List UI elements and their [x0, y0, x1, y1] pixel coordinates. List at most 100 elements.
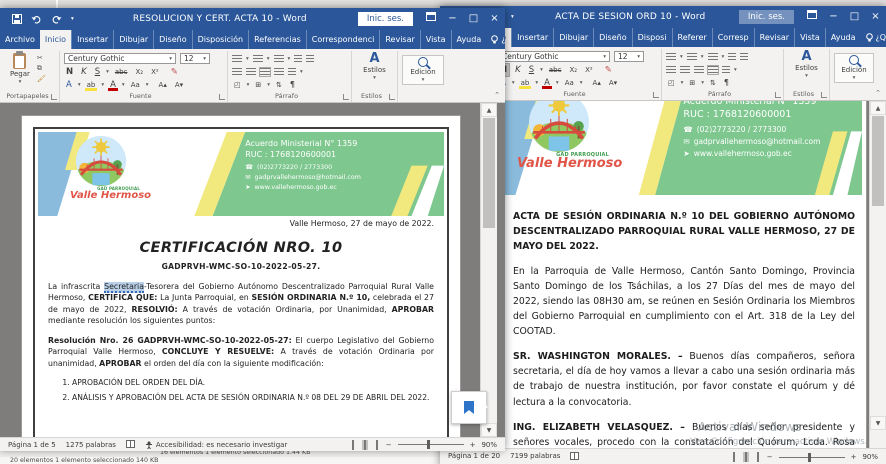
tell-me-search[interactable]: ¿Qué des [486, 30, 505, 49]
title-bar[interactable]: ▾ RESOLUCION Y CERT. ACTA 10 - Word Inic… [0, 8, 505, 30]
strikethrough-icon[interactable]: abc [547, 64, 564, 76]
dialog-launcher-icon[interactable] [343, 94, 349, 100]
dialog-launcher-icon[interactable] [219, 94, 225, 100]
tab-disposicion[interactable]: Disposi [632, 28, 672, 47]
font-color-icon[interactable]: A [542, 77, 552, 89]
decrease-indent-icon[interactable] [294, 55, 302, 63]
tab-ayuda[interactable]: Ayuda [451, 30, 487, 49]
justify-icon[interactable] [274, 68, 284, 76]
bookmark-callout[interactable] [451, 391, 487, 424]
save-icon[interactable] [12, 14, 22, 24]
document-area[interactable]: Valle HermosoGAD PARROQUIAL Acuerdo Mini… [440, 101, 886, 448]
font-color-icon[interactable]: A [108, 79, 118, 91]
read-mode-icon[interactable] [731, 452, 737, 462]
zoom-slider-thumb[interactable] [808, 453, 811, 462]
editing-button[interactable]: Edición▾ [402, 55, 444, 85]
pilcrow-icon[interactable]: ¶ [722, 77, 731, 89]
tab-revisar[interactable]: Revisar [379, 30, 419, 49]
zoom-in-icon[interactable]: + [470, 441, 476, 449]
align-center-icon[interactable] [246, 68, 256, 76]
tab-vista[interactable]: Vista [420, 30, 451, 49]
acta-document-page[interactable]: Valle HermosoGAD PARROQUIAL Acuerdo Mini… [495, 101, 866, 448]
paste-button[interactable]: Pegar▾ [6, 52, 34, 86]
numbering-icon[interactable] [687, 53, 697, 61]
customize-qat-icon[interactable]: ▾ [71, 16, 74, 22]
change-case-icon[interactable]: Aa [563, 77, 576, 89]
tab-insertar[interactable]: Insertar [511, 28, 553, 47]
zoom-slider[interactable] [779, 457, 845, 458]
collapse-ribbon-icon[interactable]: ⌃ [875, 89, 881, 97]
tab-dibujar[interactable]: Dibujar [113, 30, 153, 49]
font-size-combo[interactable]: 12▾ [180, 53, 210, 64]
dialog-launcher-icon[interactable] [389, 94, 395, 100]
pilcrow-icon[interactable]: ¶ [288, 79, 297, 91]
subscript-icon[interactable]: X₂ [567, 64, 579, 76]
document-area[interactable]: Valle HermosoGAD PARROQUIAL Acuerdo Mini… [0, 103, 505, 437]
tab-diseno[interactable]: Diseño [593, 28, 631, 47]
cut-icon[interactable]: ✂ [37, 54, 46, 62]
superscript-icon[interactable]: X² [149, 66, 161, 78]
tab-ayuda[interactable]: Ayuda [825, 28, 861, 47]
styles-button[interactable]: AEstilos▾ [356, 52, 393, 82]
tab-disposicion[interactable]: Disposición [192, 30, 249, 49]
numbering-icon[interactable] [253, 55, 263, 63]
print-layout-icon[interactable] [362, 440, 368, 450]
decrease-indent-icon[interactable] [728, 53, 736, 61]
sort-icon[interactable]: ⇅ [708, 77, 718, 89]
sign-in-button[interactable]: Inic. ses. [739, 10, 794, 24]
grow-font-icon[interactable]: A▴ [591, 77, 603, 89]
web-layout-icon[interactable] [755, 452, 761, 462]
align-right-icon[interactable] [260, 68, 270, 76]
zoom-out-icon[interactable]: − [767, 453, 773, 461]
text-effects-icon[interactable]: A [64, 79, 74, 91]
proofing-icon[interactable] [126, 440, 135, 450]
page-indicator[interactable]: Página 1 de 5 [8, 441, 56, 449]
scroll-down-icon[interactable]: ▼ [481, 423, 497, 437]
tab-insertar[interactable]: Insertar [71, 30, 113, 49]
title-bar[interactable]: ▾ ACTA DE SESION ORD 10 - Word Inic. ses… [440, 6, 886, 28]
minimize-button[interactable]: − [442, 8, 463, 30]
increase-indent-icon[interactable] [306, 55, 314, 63]
multilevel-list-icon[interactable] [274, 55, 284, 63]
align-left-icon[interactable] [666, 66, 676, 74]
italic-icon[interactable]: K [513, 64, 523, 76]
grow-font-icon[interactable]: A▴ [157, 79, 169, 91]
bullets-icon[interactable] [232, 55, 242, 63]
line-spacing-icon[interactable] [288, 68, 296, 76]
close-button[interactable]: × [484, 8, 505, 30]
increase-indent-icon[interactable] [740, 53, 748, 61]
tab-archivo[interactable]: Archivo [0, 30, 40, 49]
justify-icon[interactable] [708, 66, 718, 74]
vertical-scrollbar[interactable]: ▲ ▼ [869, 101, 886, 448]
scroll-down-icon[interactable]: ▼ [870, 416, 886, 430]
word-count[interactable]: 7199 palabras [510, 452, 560, 460]
read-mode-icon[interactable] [350, 440, 356, 450]
zoom-level[interactable]: 90% [862, 453, 878, 461]
editing-button[interactable]: Edición▾ [834, 53, 874, 83]
shrink-font-icon[interactable]: A▾ [173, 79, 185, 91]
subscript-icon[interactable]: X₂ [133, 66, 145, 78]
acta-body-text[interactable]: ACTA DE SESIÓN ORDINARIA N.º 10 DEL GOBI… [513, 209, 855, 448]
copy-icon[interactable]: ⧉ [37, 64, 46, 73]
zoom-out-icon[interactable]: − [386, 441, 392, 449]
scrollbar-thumb[interactable] [483, 118, 495, 228]
dialog-launcher-icon[interactable] [653, 92, 659, 98]
highlight-color-icon[interactable]: ab [85, 79, 98, 91]
tab-correspondencia[interactable]: Correspondenci [306, 30, 380, 49]
redo-icon[interactable] [51, 15, 62, 24]
scroll-up-icon[interactable]: ▲ [870, 101, 886, 115]
tab-revisar[interactable]: Revisar [754, 28, 794, 47]
strikethrough-icon[interactable]: abc [113, 66, 130, 78]
word-count[interactable]: 1275 palabras [66, 441, 116, 449]
font-name-combo[interactable]: Century Gothic▾ [64, 53, 176, 64]
certificate-body-text[interactable]: Valle Hermoso, 27 de mayo de 2022. CERTI… [48, 214, 434, 407]
maximize-button[interactable]: □ [844, 6, 865, 28]
shading-icon[interactable]: ◰ [666, 77, 677, 89]
dialog-launcher-icon[interactable] [775, 92, 781, 98]
line-spacing-icon[interactable] [722, 66, 730, 74]
superscript-icon[interactable]: X² [583, 64, 595, 76]
italic-icon[interactable]: K [79, 66, 89, 78]
styles-button[interactable]: AEstilos▾ [788, 50, 825, 80]
zoom-slider-thumb[interactable] [427, 440, 430, 449]
multilevel-list-icon[interactable] [708, 53, 718, 61]
